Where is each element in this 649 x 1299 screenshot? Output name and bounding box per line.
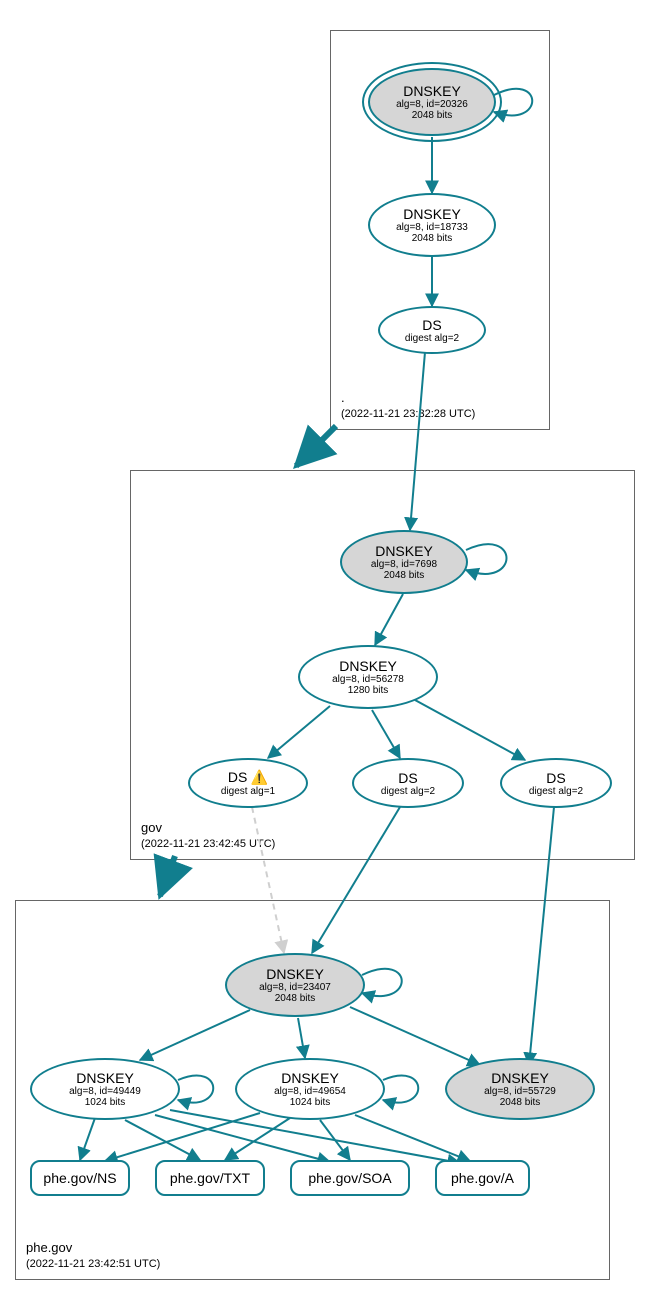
node-root-zsk: DNSKEY alg=8, id=18733 2048 bits: [368, 193, 496, 257]
edge-pheksk-zsk2: [298, 1018, 305, 1058]
edge-zsk1-txt: [125, 1120, 200, 1160]
phe-zsk2-l1: alg=8, id=49654: [274, 1086, 346, 1097]
phe-zsk1-l2: 1024 bits: [85, 1097, 126, 1108]
edge-govzsk-ds2: [372, 710, 400, 758]
gov-ksk-title: DNSKEY: [375, 543, 433, 559]
phe-zsk2-title: DNSKEY: [281, 1070, 339, 1086]
rr-ns-title: phe.gov/NS: [43, 1170, 116, 1186]
gov-zsk-l2: 1280 bits: [348, 685, 389, 696]
root-ksk-l1: alg=8, id=20326: [396, 99, 468, 110]
node-root-ds: DS digest alg=2: [378, 306, 486, 354]
node-gov-zsk: DNSKEY alg=8, id=56278 1280 bits: [298, 645, 438, 709]
phe-zsk1-title: DNSKEY: [76, 1070, 134, 1086]
edge-pheksk-extra: [350, 1007, 480, 1065]
edge-ds3-pheextra: [529, 807, 554, 1065]
gov-ds1-title: DS: [228, 769, 247, 785]
edge-zone-root-gov: [296, 426, 336, 466]
gov-ds2-l1: digest alg=2: [381, 786, 435, 797]
gov-zsk-title: DNSKEY: [339, 658, 397, 674]
phe-extra-l1: alg=8, id=55729: [484, 1086, 556, 1097]
gov-ds3-l1: digest alg=2: [529, 786, 583, 797]
edge-pheksk-zsk1: [140, 1010, 250, 1060]
diagram-canvas: . (2022-11-21 23:32:28 UTC) gov (2022-11…: [0, 0, 649, 1299]
gov-ksk-l1: alg=8, id=7698: [371, 559, 437, 570]
root-ksk-title: DNSKEY: [403, 83, 461, 99]
edge-govzsk-ds1: [268, 706, 330, 758]
phe-ksk-title: DNSKEY: [266, 966, 324, 982]
node-phe-extra: DNSKEY alg=8, id=55729 2048 bits: [445, 1058, 595, 1120]
rr-soa-title: phe.gov/SOA: [308, 1170, 391, 1186]
edge-zsk1-self: [178, 1076, 213, 1103]
node-phe-zsk2: DNSKEY alg=8, id=49654 1024 bits: [235, 1058, 385, 1120]
root-zsk-l1: alg=8, id=18733: [396, 222, 468, 233]
rr-a-title: phe.gov/A: [451, 1170, 514, 1186]
node-rr-txt: phe.gov/TXT: [155, 1160, 265, 1196]
phe-zsk2-l2: 1024 bits: [290, 1097, 331, 1108]
edge-zone-gov-phe: [160, 856, 175, 896]
edge-govksk-govzsk: [375, 594, 403, 645]
edge-zsk1-ns: [80, 1118, 95, 1160]
gov-ksk-l2: 2048 bits: [384, 570, 425, 581]
edge-rootksk-self: [494, 89, 532, 116]
edge-ds1-pheksk-dashed: [252, 807, 284, 953]
edge-zsk2-self: [383, 1076, 418, 1103]
phe-extra-l2: 2048 bits: [500, 1097, 541, 1108]
node-phe-zsk1: DNSKEY alg=8, id=49449 1024 bits: [30, 1058, 180, 1120]
node-rr-a: phe.gov/A: [435, 1160, 530, 1196]
gov-ds1-l1: digest alg=1: [221, 786, 275, 797]
phe-zsk1-l1: alg=8, id=49449: [69, 1086, 141, 1097]
edge-ds2-pheksk: [312, 807, 400, 953]
node-gov-ksk: DNSKEY alg=8, id=7698 2048 bits: [340, 530, 468, 594]
gov-ds2-title: DS: [398, 770, 417, 786]
node-root-ksk: DNSKEY alg=8, id=20326 2048 bits: [368, 68, 496, 136]
root-ksk-l2: 2048 bits: [412, 110, 453, 121]
root-zsk-l2: 2048 bits: [412, 233, 453, 244]
gov-zsk-l1: alg=8, id=56278: [332, 674, 404, 685]
node-gov-ds3: DS digest alg=2: [500, 758, 612, 808]
root-ds-l1: digest alg=2: [405, 333, 459, 344]
edge-pheksk-self: [362, 969, 402, 996]
node-rr-soa: phe.gov/SOA: [290, 1160, 410, 1196]
node-gov-ds2: DS digest alg=2: [352, 758, 464, 808]
phe-ksk-l2: 2048 bits: [275, 993, 316, 1004]
node-gov-ds1: DS ⚠️ digest alg=1: [188, 758, 308, 808]
edge-zsk2-txt: [225, 1118, 290, 1160]
gov-ds3-title: DS: [546, 770, 565, 786]
node-phe-ksk: DNSKEY alg=8, id=23407 2048 bits: [225, 953, 365, 1017]
warning-icon: ⚠️: [251, 769, 268, 785]
rr-txt-title: phe.gov/TXT: [170, 1170, 250, 1186]
phe-extra-title: DNSKEY: [491, 1070, 549, 1086]
edge-govksk-self: [466, 544, 507, 574]
phe-ksk-l1: alg=8, id=23407: [259, 982, 331, 993]
root-zsk-title: DNSKEY: [403, 206, 461, 222]
node-rr-ns: phe.gov/NS: [30, 1160, 130, 1196]
root-ds-title: DS: [422, 317, 441, 333]
edge-rootds-govksk: [410, 352, 425, 530]
edge-zsk2-soa: [320, 1120, 350, 1160]
edge-zsk1-soa: [155, 1115, 330, 1162]
edge-govzsk-ds3: [415, 700, 525, 760]
